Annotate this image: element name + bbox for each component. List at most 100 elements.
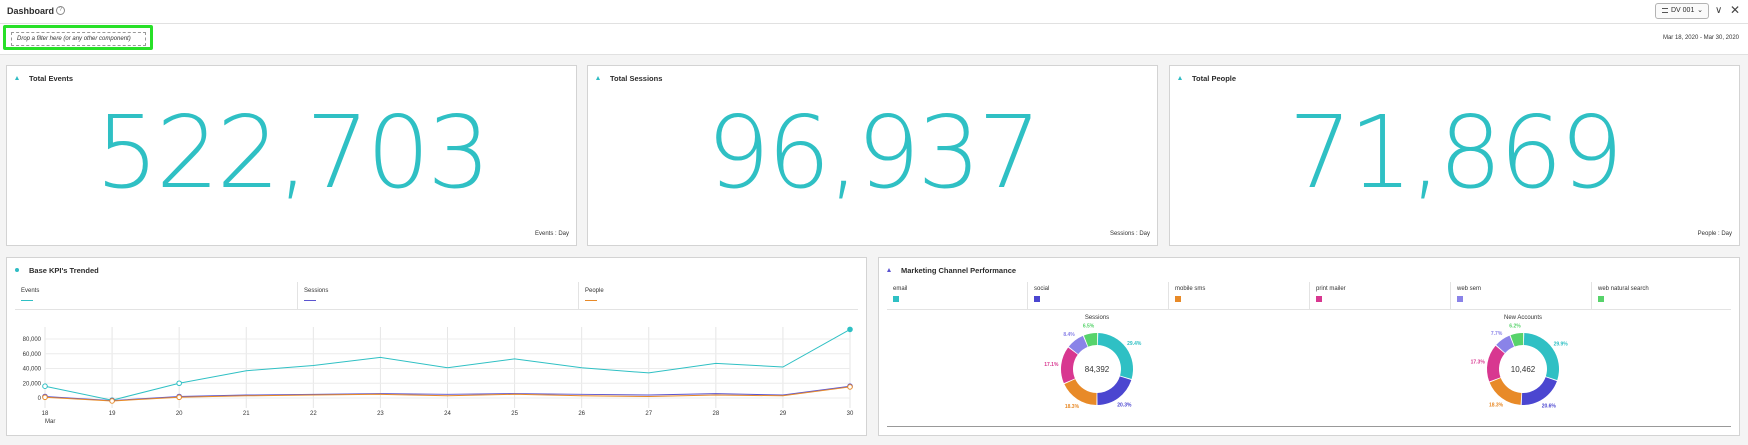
- legend-swatch: [1598, 296, 1604, 302]
- legend-swatch: [1457, 296, 1463, 302]
- legend-swatch: [1175, 296, 1181, 302]
- legend-item-social[interactable]: social: [1028, 282, 1169, 310]
- x-tick-label: 21: [243, 411, 250, 417]
- x-tick-label: 26: [578, 411, 585, 417]
- donut-slice-social: [1097, 376, 1132, 405]
- kpi-footer: Events : Day: [534, 231, 569, 237]
- slice-label: 20.6%: [1542, 403, 1557, 409]
- kpi-panel-events: Total Events 522,703 Events : Day: [6, 65, 577, 246]
- legend-item-web-natural-search[interactable]: web natural search: [1592, 282, 1733, 310]
- y-tick-label: 40,000: [23, 367, 42, 373]
- collapse-toggle-icon[interactable]: [15, 76, 19, 80]
- chevron-down-icon: ⌄: [1697, 7, 1703, 14]
- y-tick-label: 60,000: [23, 352, 42, 358]
- filter-bar: Drop a filter here (or any other compone…: [0, 24, 1748, 55]
- kpi-value: 522,703: [95, 94, 491, 211]
- legend-label: web sem: [1457, 286, 1482, 292]
- marketing-legend: email social mobile sms print mailer web sem…: [887, 282, 1731, 310]
- slice-label: 6.5%: [1083, 324, 1095, 330]
- donut-slice-mobile-sms: [1489, 378, 1522, 405]
- data-point: [109, 398, 115, 404]
- panel-title: Total People: [1192, 74, 1237, 83]
- data-point: [176, 394, 182, 401]
- data-point: [42, 383, 48, 389]
- donut-center-label: 84,392: [1085, 365, 1110, 374]
- donut-slice-print-mailer: [1487, 345, 1505, 382]
- legend-label: email: [893, 286, 908, 292]
- collapse-toggle-icon[interactable]: [1178, 76, 1182, 80]
- collapse-toggle-icon[interactable]: [596, 76, 600, 80]
- legend-swatch: [1034, 296, 1040, 302]
- x-sublabel: Mar: [45, 419, 55, 425]
- donut-center-label: 10,462: [1511, 365, 1536, 374]
- kpi-panel-people: Total People 71,869 People : Day: [1169, 65, 1740, 246]
- legend-item-web-sem[interactable]: web sem: [1451, 282, 1592, 310]
- legend-item-mobile-sms[interactable]: mobile sms: [1169, 282, 1310, 310]
- data-point: [176, 380, 182, 387]
- slice-label: 6.2%: [1509, 324, 1521, 330]
- panel-title: Total Sessions: [610, 74, 663, 83]
- slice-label: 8.4%: [1063, 332, 1075, 338]
- close-icon[interactable]: ✕: [1730, 3, 1740, 17]
- x-tick-label: 20: [176, 411, 183, 417]
- legend-label: social: [1034, 286, 1050, 292]
- new-accounts-donut-chart: 29.9% 20.6% 18.3% 17.3% 7.7% 6.2% 10,462: [1471, 324, 1569, 410]
- trend-panel: Base KPI's Trended Events Sessions Peopl…: [6, 257, 867, 436]
- slice-label: 18.3%: [1065, 404, 1080, 410]
- data-point: [847, 384, 853, 390]
- x-tick-label: 27: [645, 411, 652, 417]
- dataview-selector[interactable]: DV 001 ⌄: [1655, 3, 1709, 19]
- slice-label: 17.1%: [1044, 362, 1059, 368]
- dataview-selector-label: DV 001: [1671, 7, 1695, 14]
- legend-label: mobile sms: [1175, 286, 1206, 292]
- trend-line-chart: 0 20,000 40,000 60,000 80,000 18 19 20 21 22 23 24 2…: [23, 326, 854, 425]
- list-icon: [1662, 7, 1668, 13]
- sessions-donut-chart: 29.4% 20.3% 18.3% 17.1% 8.4% 6.5% 84,392: [1044, 324, 1142, 410]
- legend-label: web natural search: [1598, 286, 1649, 292]
- slice-label: 29.4%: [1127, 341, 1142, 347]
- x-tick-label: 24: [444, 411, 451, 417]
- legend-item-print-mailer[interactable]: print mailer: [1310, 282, 1451, 310]
- collapse-chevron-icon[interactable]: ∨: [1715, 5, 1722, 16]
- filter-dropzone[interactable]: Drop a filter here (or any other compone…: [11, 32, 146, 46]
- legend-item-email[interactable]: email: [887, 282, 1028, 310]
- slice-label: 29.9%: [1554, 342, 1569, 348]
- page-title: Dashboard: [7, 6, 55, 16]
- y-tick-label: 80,000: [23, 337, 42, 343]
- donut-slice-social: [1521, 377, 1557, 405]
- y-tick-label: 0: [38, 396, 42, 402]
- kpi-panel-sessions: Total Sessions 96,937 Sessions : Day: [587, 65, 1158, 246]
- kpi-footer: Sessions : Day: [1109, 231, 1150, 237]
- panel-title: Total Events: [29, 74, 74, 83]
- top-bar: Dashboard ? DV 001 ⌄ ∨ ✕: [0, 0, 1748, 24]
- filter-dropzone-highlight: Drop a filter here (or any other compone…: [3, 25, 153, 50]
- x-tick-label: 23: [377, 411, 384, 417]
- legend-swatch: [893, 296, 899, 302]
- data-point: [847, 326, 853, 333]
- slice-label: 17.3%: [1471, 359, 1486, 365]
- x-tick-label: 18: [42, 411, 49, 417]
- marketing-panel: Marketing Channel Performance email socia…: [878, 257, 1740, 436]
- data-point: [42, 394, 48, 401]
- donut-slice-print-mailer: [1061, 347, 1078, 384]
- x-tick-label: 29: [780, 411, 787, 417]
- slice-label: 20.3%: [1117, 402, 1132, 408]
- panel-bottom-rule: [887, 426, 1731, 427]
- kpi-value: 71,869: [1288, 94, 1624, 211]
- legend-swatch: [1316, 296, 1322, 302]
- x-tick-label: 30: [847, 411, 854, 417]
- slice-label: 18.3%: [1489, 403, 1504, 409]
- x-tick-label: 28: [712, 411, 719, 417]
- collapse-toggle-icon[interactable]: [887, 268, 891, 272]
- panel-title: Marketing Channel Performance: [901, 266, 1017, 275]
- legend-label: print mailer: [1316, 286, 1346, 292]
- x-tick-label: 25: [511, 411, 518, 417]
- help-icon[interactable]: ?: [56, 6, 65, 15]
- date-range[interactable]: Mar 18, 2020 - Mar 30, 2020: [1663, 35, 1739, 41]
- x-tick-label: 19: [109, 411, 116, 417]
- slice-label: 7.7%: [1491, 331, 1503, 337]
- y-tick-label: 20,000: [23, 381, 42, 387]
- kpi-value: 96,937: [706, 94, 1042, 211]
- kpi-footer: People : Day: [1697, 231, 1732, 237]
- x-tick-label: 22: [310, 411, 317, 417]
